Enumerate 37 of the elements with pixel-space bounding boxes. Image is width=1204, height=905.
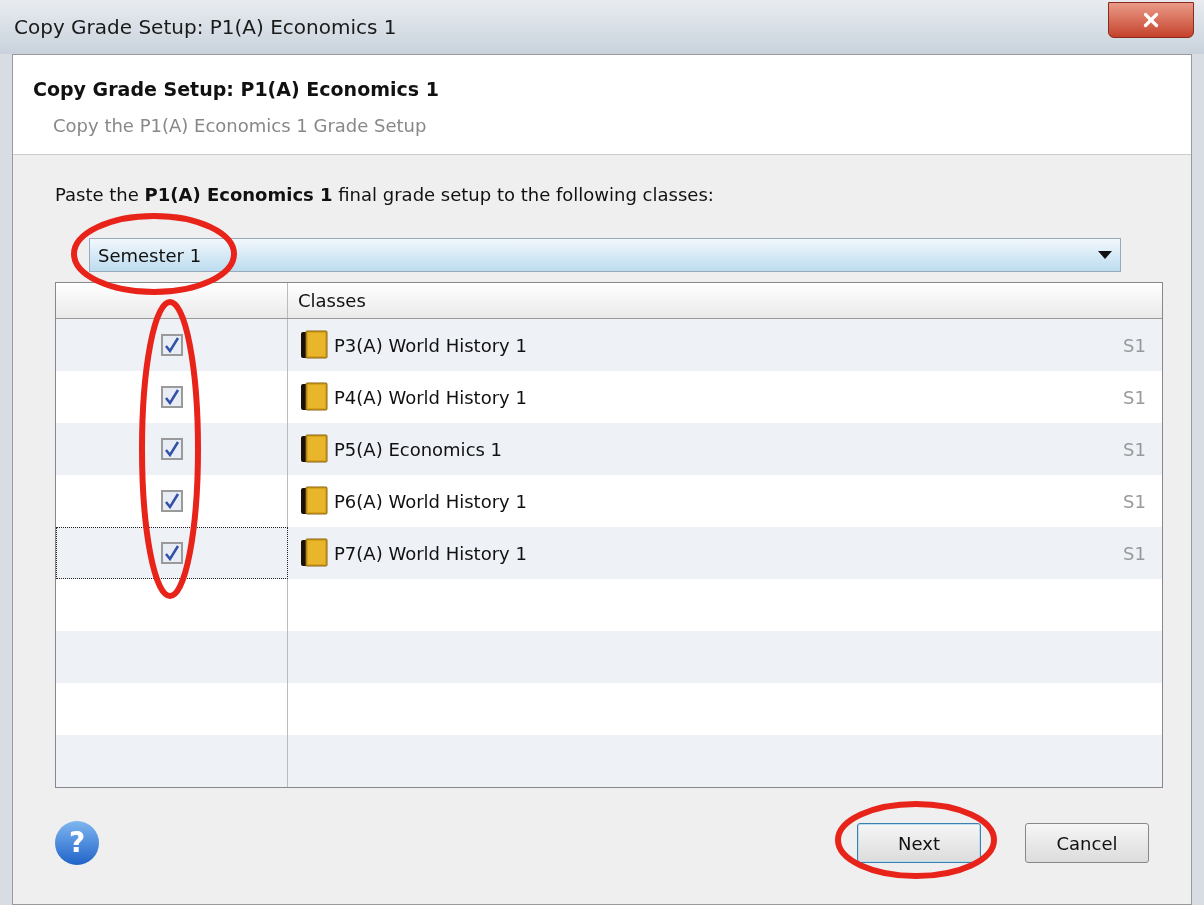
book-icon — [300, 434, 328, 464]
checkbox[interactable] — [161, 542, 183, 564]
checkmark-icon — [163, 493, 180, 509]
checkmark-icon — [163, 389, 180, 405]
term-dropdown[interactable]: Semester 1 — [89, 238, 1121, 272]
dialog-heading: Copy Grade Setup: P1(A) Economics 1 — [33, 77, 440, 102]
book-icon — [300, 382, 328, 412]
checkmark-icon — [163, 441, 180, 457]
dropdown-caret-icon — [1098, 251, 1112, 259]
checkbox[interactable] — [160, 490, 183, 512]
class-name: P3(A) World History 1 — [334, 333, 528, 358]
book-icon — [300, 538, 328, 568]
class-name: P5(A) Economics 1 — [334, 437, 504, 462]
term-label: S1 — [1123, 437, 1146, 462]
book-icon — [300, 330, 328, 360]
book-icon — [300, 486, 328, 516]
class-row[interactable]: P7(A) World History 1 S1 — [56, 527, 1162, 579]
term-label: S1 — [1123, 333, 1146, 358]
checkmark-icon — [163, 337, 180, 353]
class-name: P4(A) World History 1 — [334, 385, 528, 410]
class-name: P7(A) World History 1 — [334, 541, 528, 566]
term-label: S1 — [1123, 489, 1146, 514]
close-button[interactable] — [1108, 2, 1194, 38]
next-button[interactable]: Next — [857, 823, 981, 863]
checkmark-icon — [164, 545, 180, 561]
class-row[interactable]: P3(A) World History 1 S1 — [56, 319, 1162, 371]
class-name: P6(A) World History 1 — [334, 489, 528, 514]
class-row[interactable]: P5(A) Economics 1 S1 — [56, 423, 1162, 475]
checkbox[interactable] — [160, 438, 183, 460]
instruction-text: Paste the P1(A) Economics 1 final grade setup to the following classes: — [55, 183, 715, 207]
dialog-subtitle: Copy the P1(A) Economics 1 Grade Setup — [52, 113, 428, 138]
cancel-button[interactable]: Cancel — [1025, 823, 1149, 863]
window-title: Copy Grade Setup: P1(A) Economics 1 — [14, 14, 397, 41]
term-label: S1 — [1123, 541, 1146, 566]
checkbox[interactable] — [160, 334, 183, 356]
checkbox[interactable] — [160, 386, 183, 408]
term-label: S1 — [1123, 385, 1146, 410]
